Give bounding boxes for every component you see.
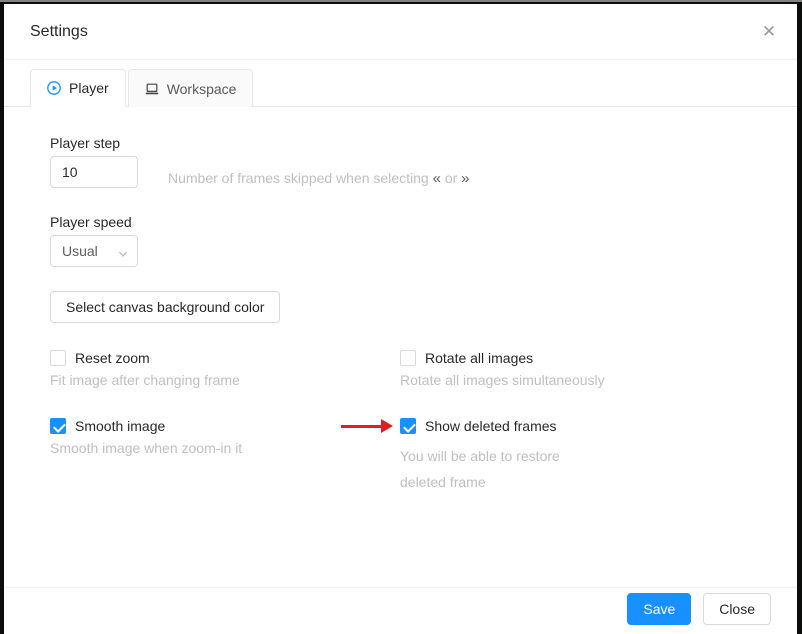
- modal-footer: Save Close: [4, 587, 797, 634]
- show-deleted-frames-hint: You will be able to restore deleted fram…: [400, 443, 590, 495]
- settings-content: Player step Number of frames skipped whe…: [4, 107, 797, 495]
- show-deleted-frames-checkbox-row[interactable]: Show deleted frames: [400, 418, 773, 434]
- smooth-image-label: Smooth image: [75, 418, 165, 434]
- player-step-hint: Number of frames skipped when selecting …: [168, 170, 470, 187]
- rotate-all-checkbox[interactable]: [400, 350, 416, 366]
- skip-forward-icon: »: [461, 170, 469, 187]
- checkbox-grid: Reset zoom Fit image after changing fram…: [50, 350, 773, 495]
- rotate-all-cell: Rotate all images Rotate all images simu…: [400, 350, 773, 388]
- rotate-all-hint: Rotate all images simultaneously: [400, 372, 773, 388]
- tab-workspace[interactable]: Workspace: [128, 69, 254, 107]
- chevron-down-icon: [118, 246, 128, 262]
- reset-zoom-cell: Reset zoom Fit image after changing fram…: [50, 350, 400, 388]
- smooth-image-hint: Smooth image when zoom-in it: [50, 440, 400, 456]
- tab-player-label: Player: [69, 80, 109, 96]
- player-speed-value: Usual: [62, 243, 98, 259]
- reset-zoom-label: Reset zoom: [75, 350, 150, 366]
- skip-backward-icon: «: [433, 170, 441, 187]
- player-speed-field: Player speed Usual: [50, 214, 773, 267]
- show-deleted-frames-cell: Show deleted frames You will be able to …: [400, 418, 773, 495]
- player-step-input[interactable]: [50, 156, 138, 188]
- modal-title: Settings: [30, 23, 773, 41]
- tab-workspace-label: Workspace: [167, 81, 237, 97]
- tab-bar: Player Workspace: [4, 69, 797, 107]
- play-circle-icon: [47, 81, 61, 95]
- modal-header: Settings ✕: [4, 4, 797, 60]
- save-button[interactable]: Save: [627, 593, 691, 625]
- smooth-image-checkbox[interactable]: [50, 418, 66, 434]
- modal-backdrop: Settings ✕ Player: [0, 0, 802, 634]
- canvas-background-color-button[interactable]: Select canvas background color: [50, 291, 280, 323]
- reset-zoom-checkbox-row[interactable]: Reset zoom: [50, 350, 400, 366]
- reset-zoom-hint: Fit image after changing frame: [50, 372, 400, 388]
- tab-player[interactable]: Player: [30, 69, 126, 107]
- close-icon[interactable]: ✕: [741, 4, 797, 60]
- player-step-field: Player step Number of frames skipped whe…: [50, 135, 773, 188]
- laptop-icon: [145, 82, 159, 96]
- player-speed-label: Player speed: [50, 214, 773, 230]
- close-button[interactable]: Close: [703, 593, 771, 625]
- rotate-all-checkbox-row[interactable]: Rotate all images: [400, 350, 773, 366]
- player-step-label: Player step: [50, 135, 773, 151]
- rotate-all-label: Rotate all images: [425, 350, 533, 366]
- show-deleted-frames-checkbox[interactable]: [400, 418, 416, 434]
- show-deleted-frames-label: Show deleted frames: [425, 418, 557, 434]
- settings-modal: Settings ✕ Player: [4, 4, 797, 634]
- red-annotation-arrow-icon: [341, 419, 393, 434]
- reset-zoom-checkbox[interactable]: [50, 350, 66, 366]
- player-speed-select[interactable]: Usual: [50, 235, 138, 267]
